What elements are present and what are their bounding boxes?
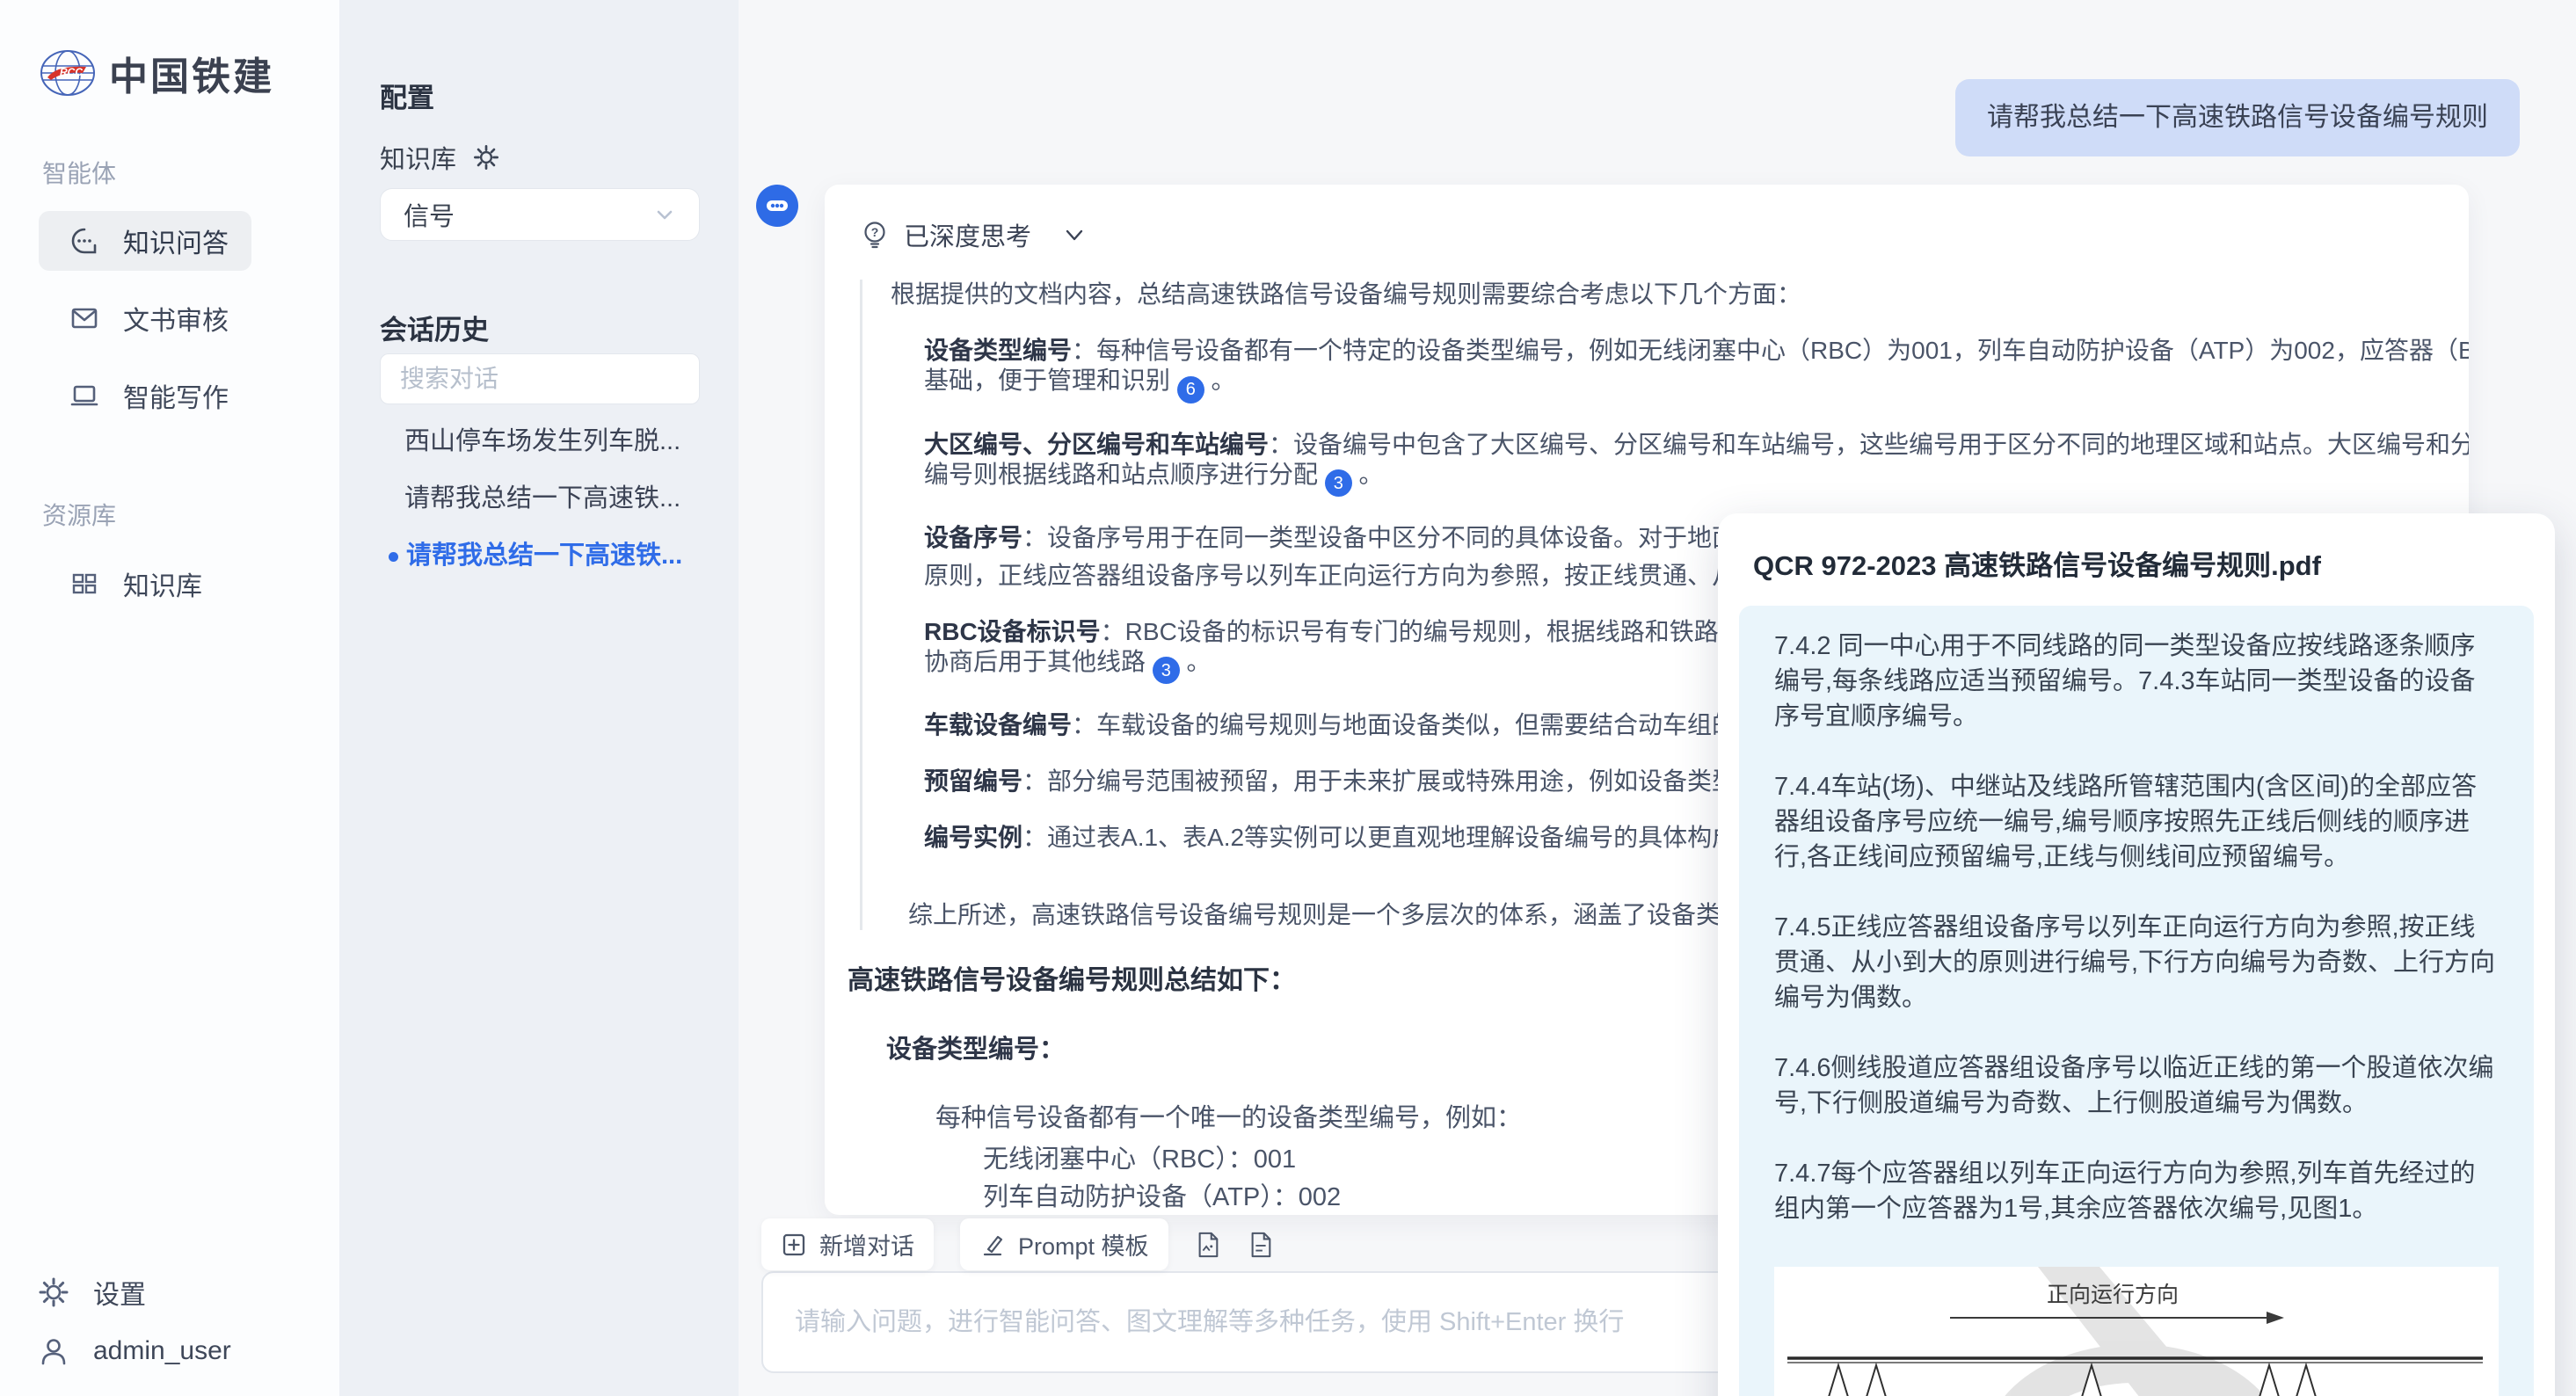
gear-icon[interactable] xyxy=(472,143,500,171)
settings-label: 设置 xyxy=(93,1273,146,1312)
sidebar-item-knowledge-base[interactable]: 知识库 xyxy=(39,554,251,614)
sidebar-item-doc-review[interactable]: 文书审核 xyxy=(39,288,251,348)
point-text: 编号则根据线路和站点顺序进行分配 xyxy=(924,461,1325,488)
file-text-icon xyxy=(1248,1230,1274,1260)
history-title: 会话历史 xyxy=(380,308,489,347)
conversation-item[interactable]: 西山停车场发生列车脱... xyxy=(404,420,695,457)
point-text: 协商后用于其他线路 xyxy=(924,648,1153,675)
thinking-line: 编号则根据线路和站点顺序进行分配 3 。 xyxy=(924,460,2469,498)
conversation-search xyxy=(380,353,700,404)
direction-label: 正向运行方向 xyxy=(2047,1283,2179,1307)
point-text: 基础，便于管理和识别 xyxy=(924,367,1177,394)
citation-badge[interactable]: 6 xyxy=(1177,376,1204,404)
conversation-item[interactable]: 请帮我总结一下高速铁... xyxy=(404,477,695,514)
conversation-title: 请帮我总结一下高速铁... xyxy=(404,484,680,513)
sidebar-item-label: 智能写作 xyxy=(123,376,229,415)
svg-text:?: ? xyxy=(871,225,879,239)
point-title: 编号实例 xyxy=(924,824,1022,851)
balise-numbering-figure: 正向运行方向 1 2 ... xyxy=(1774,1267,2499,1396)
thinking-point: 设备类型编号：每种信号设备都有一个特定的设备类型编号，例如无线闭塞中心（RBC）… xyxy=(891,336,2469,404)
kb-label: 知识库 xyxy=(380,139,456,176)
sidebar-item-knowledge-qa[interactable]: 知识问答 xyxy=(39,211,251,271)
pdf-paragraph: 7.4.7每个应答器组以列车正向运行方向为参照,列车首先经过的组内第一个应答器为… xyxy=(1774,1156,2499,1226)
pdf-paragraph: 7.4.6侧线股道应答器组设备序号以临近正线的第一个股道依次编号,下行侧股道编号… xyxy=(1774,1051,2499,1121)
export-image-button[interactable] xyxy=(1195,1232,1221,1258)
assistant-avatar xyxy=(756,185,798,227)
config-panel: 配置 知识库 信号 会话历史 xyxy=(339,0,739,1396)
thinking-line: 设备类型编号：每种信号设备都有一个特定的设备类型编号，例如无线闭塞中心（RBC）… xyxy=(924,336,2469,366)
pdf-paragraph: 7.4.4车站(场)、中继站及线路所管辖范围内(含区间)的全部应答器组设备序号应… xyxy=(1774,769,2499,875)
bulb-question-icon: ? xyxy=(860,220,890,250)
crcc-globe-icon: RCC xyxy=(39,44,97,102)
sidebar-item-label: 知识问答 xyxy=(123,222,229,260)
sidebar-item-label: 知识库 xyxy=(123,564,202,603)
conversation-item-active[interactable]: 请帮我总结一下高速铁... xyxy=(389,534,679,571)
point-title: 设备类型编号 xyxy=(924,337,1072,364)
app-root: RCC 中国铁建 智能体 知识问答 文书审核 智能写作 xyxy=(0,0,2576,1396)
pdf-title: QCR 972-2023 高速铁路信号设备编号规则.pdf xyxy=(1753,543,2523,583)
chevron-down-icon xyxy=(653,203,676,226)
pdf-paragraph: 7.4.2 同一中心用于不同线路的同一类型设备应按线路逐条顺序编号,每条线路应适… xyxy=(1774,629,2499,734)
export-doc-button[interactable] xyxy=(1248,1232,1274,1258)
envelope-icon xyxy=(69,302,100,334)
point-text: 。 xyxy=(1204,367,1236,394)
user-message-bubble: 请帮我总结一下高速铁路信号设备编号规则 xyxy=(1955,79,2520,156)
new-chat-button[interactable]: 新增对话 xyxy=(761,1218,934,1270)
chat-toolbar: 新增对话 Prompt 模板 xyxy=(761,1218,1274,1270)
point-title: 预留编号 xyxy=(924,767,1022,795)
gear-icon xyxy=(37,1276,70,1309)
deep-think-toggle[interactable]: ? 已深度思考 xyxy=(860,216,2469,253)
robot-icon xyxy=(764,193,790,219)
ellipsis: ... xyxy=(1915,1392,1934,1396)
conversation-title: 请帮我总结一下高速铁... xyxy=(406,542,682,570)
point-title: 大区编号、分区编号和车站编号 xyxy=(924,431,1269,458)
thinking-line: 基础，便于管理和识别 6 。 xyxy=(924,366,2469,404)
deep-think-label: 已深度思考 xyxy=(904,216,1031,253)
search-input[interactable] xyxy=(381,354,700,404)
point-title: RBC设备标识号 xyxy=(924,618,1101,645)
file-image-icon xyxy=(1195,1230,1221,1260)
kb-select[interactable]: 信号 xyxy=(380,188,700,241)
citation-badge[interactable]: 3 xyxy=(1325,469,1352,497)
chevron-down-icon xyxy=(1061,222,1088,248)
plus-square-icon xyxy=(781,1232,807,1258)
section-resources: 资源库 xyxy=(42,497,116,532)
citation-badge[interactable]: 3 xyxy=(1153,657,1180,684)
user-icon xyxy=(37,1334,70,1368)
point-text: ：设备编号中包含了大区编号、分区编号和车站编号，这些编号用于区分不同的地理区域和… xyxy=(1269,431,2469,458)
brand-name: 中国铁建 xyxy=(109,45,274,101)
point-text: 。 xyxy=(1180,648,1212,675)
pdf-paragraph: 7.4.5正线应答器组设备序号以列车正向运行方向为参照,按正线贯通、从小到大的原… xyxy=(1774,910,2499,1015)
conversation-title: 西山停车场发生列车脱... xyxy=(404,427,680,455)
sidebar-item-label: 文书审核 xyxy=(123,299,229,338)
grid-icon xyxy=(69,568,100,600)
config-title: 配置 xyxy=(380,76,434,115)
point-text: ：每种信号设备都有一个特定的设备类型编号，例如无线闭塞中心（RBC）为001，列… xyxy=(1072,337,2469,364)
prompt-template-label: Prompt 模板 xyxy=(1018,1227,1149,1261)
point-text: 。 xyxy=(1352,461,1384,488)
svg-text:RCC: RCC xyxy=(60,66,83,78)
sidebar-item-smart-writing[interactable]: 智能写作 xyxy=(39,366,251,425)
thinking-intro: 根据提供的文档内容，总结高速铁路信号设备编号规则需要综合考虑以下几个方面： xyxy=(891,280,2469,309)
active-dot xyxy=(389,552,398,562)
ellipsis: ... xyxy=(2346,1392,2365,1396)
thinking-line: 大区编号、分区编号和车站编号：设备编号中包含了大区编号、分区编号和车站编号，这些… xyxy=(924,430,2469,460)
point-title: 设备序号 xyxy=(924,524,1022,551)
kb-selected-value: 信号 xyxy=(404,196,455,233)
pdf-content: 7.4.2 同一中心用于不同线路的同一类型设备应按线路逐条顺序编号,每条线路应适… xyxy=(1739,606,2534,1396)
pen-icon xyxy=(979,1232,1006,1258)
new-chat-label: 新增对话 xyxy=(819,1227,914,1261)
prompt-template-button[interactable]: Prompt 模板 xyxy=(960,1218,1168,1270)
pdf-preview-panel: QCR 972-2023 高速铁路信号设备编号规则.pdf 7.4.2 同一中心… xyxy=(1718,513,2555,1396)
laptop-icon xyxy=(69,380,100,411)
user-account[interactable]: admin_user xyxy=(37,1334,231,1368)
thinking-point: 大区编号、分区编号和车站编号：设备编号中包含了大区编号、分区编号和车站编号，这些… xyxy=(891,430,2469,498)
chat-bubble-icon xyxy=(69,225,100,257)
brand-logo: RCC 中国铁建 xyxy=(39,44,274,102)
username-label: admin_user xyxy=(93,1336,231,1366)
sidebar: RCC 中国铁建 智能体 知识问答 文书审核 智能写作 xyxy=(0,0,339,1396)
section-agents: 智能体 xyxy=(42,155,116,190)
point-title: 车载设备编号 xyxy=(924,711,1072,738)
settings-button[interactable]: 设置 xyxy=(37,1273,146,1312)
